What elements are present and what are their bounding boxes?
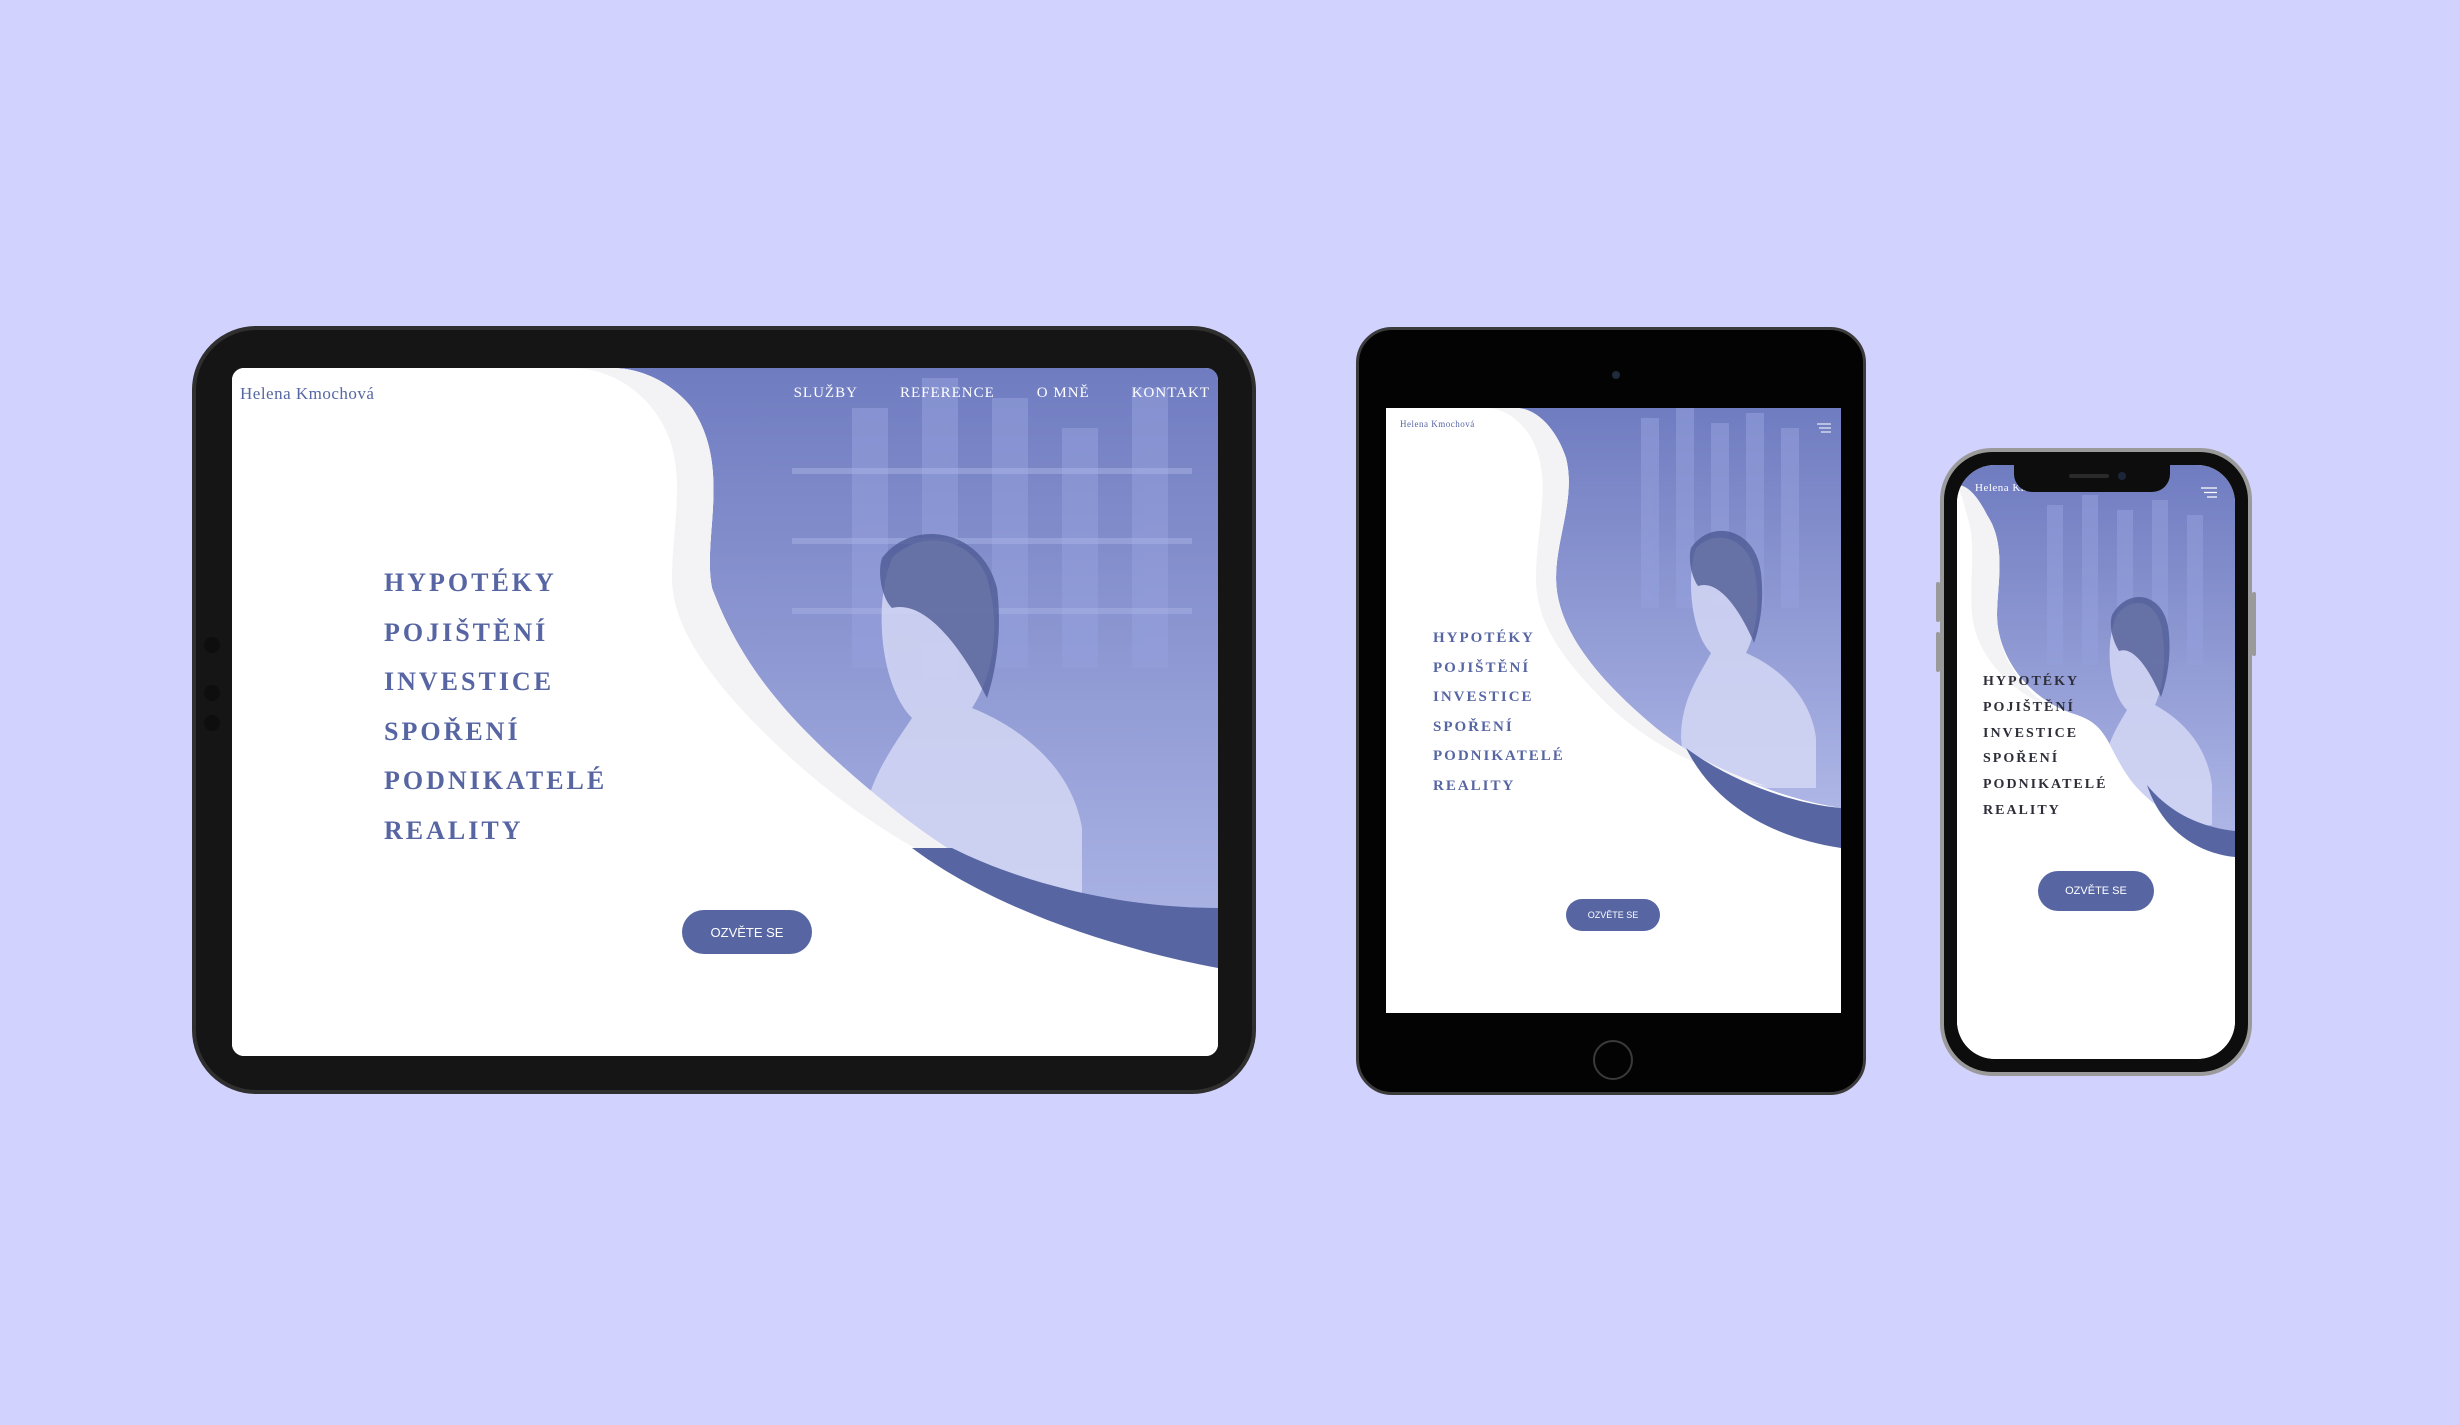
nav-link-o-mne[interactable]: O MNĚ bbox=[1037, 385, 1090, 402]
service-item-pojisteni: POJIŠTĚNÍ bbox=[1983, 699, 2075, 715]
phone-side-button bbox=[1936, 632, 1940, 672]
service-item-podnikatele: PODNIKATELÉ bbox=[1433, 748, 1565, 765]
contact-cta-button[interactable]: OZVĚTE SE bbox=[1566, 899, 1660, 931]
phone-screen: Helena Kmochová HYPOTÉKY POJIŠTĚNÍ INVES… bbox=[1957, 465, 2235, 1059]
services-list: HYPOTÉKY POJIŠTĚNÍ INVESTICE SPOŘENÍ POD… bbox=[1983, 669, 2107, 824]
service-item-sporeni: SPOŘENÍ bbox=[384, 716, 521, 746]
tablet-side-button bbox=[204, 685, 220, 701]
service-item-pojisteni: POJIŠTĚNÍ bbox=[1433, 659, 1531, 676]
service-item-podnikatele: PODNIKATELÉ bbox=[1983, 777, 2108, 793]
service-item-sporeni: SPOŘENÍ bbox=[1983, 751, 2060, 767]
service-item-sporeni: SPOŘENÍ bbox=[1433, 718, 1514, 735]
service-item-investice: INVESTICE bbox=[384, 667, 555, 696]
contact-cta-button[interactable]: OZVĚTE SE bbox=[2038, 871, 2154, 911]
front-camera bbox=[2118, 472, 2126, 480]
tablet-side-button bbox=[204, 637, 220, 653]
phone-side-button bbox=[1936, 582, 1940, 622]
large-tablet-mockup: Helena Kmochová SLUŽBY REFERENCE O MNĚ K… bbox=[192, 326, 1256, 1094]
service-item-reality: REALITY bbox=[384, 815, 524, 845]
service-item-podnikatele: PODNIKATELÉ bbox=[384, 766, 608, 795]
tablet-camera bbox=[1612, 371, 1620, 379]
phone-side-button bbox=[2252, 592, 2256, 656]
service-item-investice: INVESTICE bbox=[1983, 725, 2079, 741]
nav-link-sluzby[interactable]: SLUŽBY bbox=[794, 385, 858, 402]
service-item-hypoteky: HYPOTÉKY bbox=[384, 568, 557, 597]
phone-mockup: Helena Kmochová HYPOTÉKY POJIŠTĚNÍ INVES… bbox=[1936, 448, 2256, 1076]
hamburger-menu-icon[interactable] bbox=[1817, 420, 1831, 438]
large-tablet-screen: Helena Kmochová SLUŽBY REFERENCE O MNĚ K… bbox=[232, 368, 1218, 1056]
service-item-pojisteni: POJIŠTĚNÍ bbox=[384, 617, 549, 647]
medium-tablet-mockup: Helena Kmochová HYPOTÉKY POJIŠTĚNÍ INVES… bbox=[1356, 327, 1866, 1095]
service-item-reality: REALITY bbox=[1983, 802, 2061, 818]
service-item-hypoteky: HYPOTÉKY bbox=[1433, 630, 1535, 646]
medium-tablet-screen: Helena Kmochová HYPOTÉKY POJIŠTĚNÍ INVES… bbox=[1386, 408, 1841, 1013]
service-item-reality: REALITY bbox=[1433, 777, 1516, 794]
site-logo[interactable]: Helena Kmochová bbox=[1400, 419, 1475, 429]
services-list: HYPOTÉKY POJIŠTĚNÍ INVESTICE SPOŘENÍ POD… bbox=[384, 558, 607, 855]
service-item-investice: INVESTICE bbox=[1433, 689, 1534, 706]
phone-notch bbox=[2014, 465, 2170, 492]
main-nav: SLUŽBY REFERENCE O MNĚ KONTAKT bbox=[794, 385, 1210, 402]
contact-cta-button[interactable]: OZVĚTE SE bbox=[682, 910, 812, 954]
site-logo[interactable]: Helena Kmochová bbox=[240, 384, 374, 404]
speaker-grille bbox=[2069, 474, 2109, 478]
services-list: HYPOTÉKY POJIŠTĚNÍ INVESTICE SPOŘENÍ POD… bbox=[1433, 624, 1565, 802]
service-item-hypoteky: HYPOTÉKY bbox=[1983, 674, 2080, 689]
hamburger-menu-icon[interactable] bbox=[2201, 485, 2217, 503]
home-button bbox=[1593, 1040, 1633, 1080]
nav-link-kontakt[interactable]: KONTAKT bbox=[1132, 385, 1210, 402]
tablet-side-button bbox=[204, 715, 220, 731]
nav-link-reference[interactable]: REFERENCE bbox=[900, 385, 995, 402]
